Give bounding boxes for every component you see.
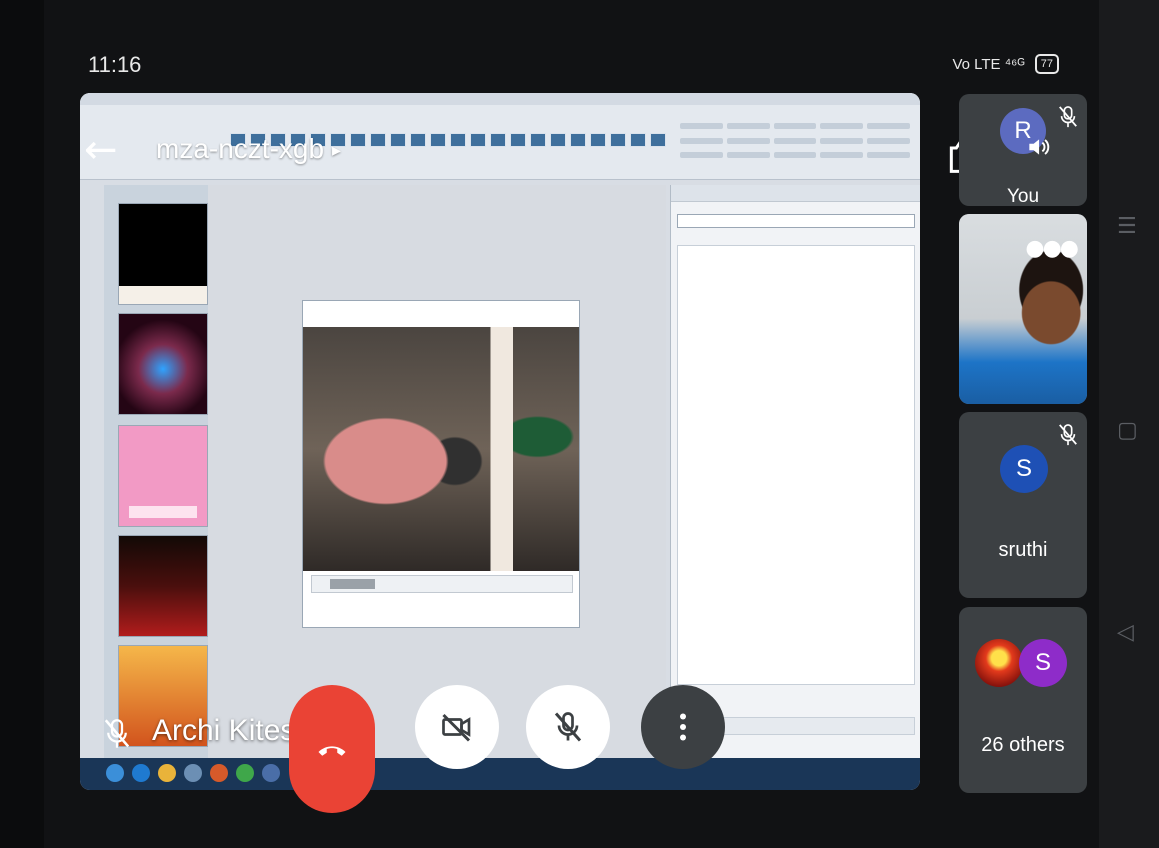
participant-label: You bbox=[1006, 186, 1040, 206]
chevron-right-icon: ▸ bbox=[332, 140, 342, 161]
navigation-bar: ☰ ▢ ◁ bbox=[1099, 0, 1159, 848]
current-slide bbox=[302, 300, 580, 628]
end-call-button[interactable] bbox=[289, 685, 375, 813]
slide-video-frame bbox=[303, 327, 579, 571]
network-indicator: Vo LTE ⁴⁶ᴳ bbox=[952, 55, 1025, 73]
participant-tile-video[interactable]: ●●● bbox=[959, 214, 1087, 404]
slide-thumbnail bbox=[118, 535, 208, 637]
slide-thumbnail bbox=[118, 313, 208, 415]
participant-label: 26 others bbox=[981, 734, 1065, 756]
participant-tile-sruthi[interactable]: S sruthi bbox=[959, 412, 1087, 598]
phone-hangup-icon bbox=[318, 746, 346, 756]
meeting-code[interactable]: mza-nczt-xgb ▸ bbox=[156, 133, 341, 165]
speaker-icon bbox=[1029, 139, 1050, 155]
back-arrow-icon[interactable]: ← bbox=[84, 130, 118, 170]
shared-screen[interactable] bbox=[80, 93, 920, 790]
more-options-button[interactable] bbox=[641, 685, 725, 769]
participant-tile-you[interactable]: R You bbox=[959, 94, 1087, 206]
participant-label: sruthi bbox=[998, 539, 1048, 561]
more-horiz-icon[interactable]: ●●● bbox=[1025, 236, 1079, 261]
status-icons: Vo LTE ⁴⁶ᴳ 77 bbox=[952, 54, 1059, 74]
slide-thumbnail bbox=[118, 203, 208, 305]
home-icon[interactable]: ▢ bbox=[1117, 418, 1139, 443]
camera-off-icon bbox=[442, 713, 471, 742]
avatar: S bbox=[1019, 639, 1067, 687]
presenter-mic-off-icon bbox=[104, 719, 130, 748]
mic-toggle-button[interactable] bbox=[526, 685, 610, 769]
status-time: 11:16 bbox=[88, 52, 142, 77]
slide-thumbnail bbox=[118, 425, 208, 527]
slides-pane bbox=[104, 185, 209, 775]
mic-off-icon bbox=[1059, 424, 1077, 446]
slide-canvas bbox=[208, 185, 666, 775]
video-player-bar bbox=[311, 575, 573, 593]
camera-toggle-button[interactable] bbox=[415, 685, 499, 769]
task-pane bbox=[670, 185, 920, 775]
participant-tile-others[interactable]: S 26 others bbox=[959, 607, 1087, 793]
avatar-image bbox=[975, 639, 1023, 687]
ribbon-controls bbox=[680, 123, 910, 163]
presenter-name: Archi Kites bbox=[152, 714, 296, 747]
left-bezel bbox=[0, 0, 44, 848]
avatar: S bbox=[1000, 445, 1048, 493]
back-nav-icon[interactable]: ◁ bbox=[1117, 620, 1139, 645]
mic-off-icon bbox=[1059, 106, 1077, 128]
battery-indicator: 77 bbox=[1034, 54, 1059, 74]
meeting-code-text: mza-nczt-xgb bbox=[156, 133, 325, 164]
more-vert-icon bbox=[680, 713, 686, 741]
menu-icon[interactable]: ☰ bbox=[1117, 214, 1139, 239]
mic-off-icon bbox=[554, 712, 582, 742]
windows-taskbar bbox=[80, 758, 920, 790]
ribbon-titlebar bbox=[80, 93, 920, 105]
